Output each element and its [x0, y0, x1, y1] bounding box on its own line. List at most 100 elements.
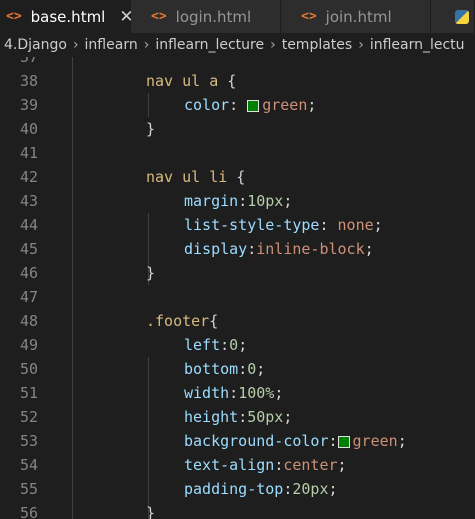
tab-bar: <> base.html ✕ <> login.html <> join.htm… [0, 0, 475, 33]
code-line[interactable]: 38 nav ul a { [0, 69, 475, 93]
semicolon: ; [283, 192, 293, 210]
code-text: } [146, 117, 155, 141]
colon: : [274, 456, 284, 474]
tab-python-file[interactable] [431, 0, 475, 33]
css-property: background-color [184, 432, 329, 450]
css-property: list-style-type [184, 216, 320, 234]
python-file-icon [455, 9, 469, 24]
colon: : [220, 336, 230, 354]
tab-label: join.html [325, 7, 392, 26]
line-number: 46 [19, 264, 38, 282]
html-file-icon: <> [301, 9, 317, 24]
code-line[interactable]: 42 nav ul li { [0, 165, 475, 189]
code-line[interactable]: 48 .footer{ [0, 309, 475, 333]
code-text: margin:10px; [184, 189, 292, 213]
color-swatch-icon[interactable] [337, 436, 350, 448]
close-brace: } [146, 264, 156, 282]
code-line[interactable]: 43 margin:10px; [0, 189, 475, 213]
line-number: 41 [19, 144, 38, 162]
line-number: 44 [19, 216, 38, 234]
code-text: display:inline-block; [184, 237, 374, 261]
close-brace: } [146, 120, 156, 138]
line-number: 55 [19, 480, 38, 498]
breadcrumb-item[interactable]: templates [282, 37, 353, 53]
code-line[interactable]: 56} [0, 501, 475, 519]
css-selector: .footer [146, 312, 210, 330]
breadcrumb-item[interactable]: inflearn_lecture [155, 37, 264, 53]
tab-label: base.html [30, 7, 106, 26]
breadcrumb: 4.Django › inflearn › inflearn_lecture › templ… [0, 33, 475, 57]
code-line[interactable]: 37 [0, 57, 475, 69]
css-property: display [184, 240, 248, 258]
line-number: 52 [19, 408, 38, 426]
code-line[interactable]: 44 list-style-type: none; [0, 213, 475, 237]
code-line[interactable]: 55 padding-top:20px; [0, 477, 475, 501]
code-text: padding-top:20px; [184, 477, 338, 501]
tab-label: login.html [175, 7, 252, 26]
code-text: } [146, 501, 155, 519]
css-number: 0 [247, 360, 257, 378]
open-brace: { [209, 312, 219, 330]
colon: : [238, 360, 248, 378]
code-text: nav ul li { [146, 165, 245, 189]
colon: : [238, 192, 248, 210]
breadcrumb-item[interactable]: inflearn [85, 37, 138, 53]
open-brace: { [227, 168, 246, 186]
line-number: 47 [19, 288, 38, 306]
code-line[interactable]: 47 [0, 285, 475, 309]
tab-login-html[interactable]: <> login.html [131, 0, 281, 33]
semicolon: ; [283, 408, 293, 426]
breadcrumb-item[interactable]: 4.Django [4, 37, 67, 53]
html-file-icon: <> [6, 9, 22, 24]
code-text: text-align:center; [184, 453, 347, 477]
code-editor[interactable]: 37 38 nav ul a {39 color: green; 40} 41 42 nav … [0, 57, 475, 519]
semicolon: ; [397, 432, 407, 450]
line-number: 43 [19, 192, 38, 210]
code-text: left:0; [184, 333, 247, 357]
css-number: 50px [247, 408, 284, 426]
css-number: 20px [292, 480, 329, 498]
css-selector: nav ul a [146, 72, 219, 90]
line-number: 53 [19, 432, 38, 450]
code-line[interactable]: 51 width:100%; [0, 381, 475, 405]
code-text: color: green; [184, 93, 316, 117]
semicolon: ; [373, 216, 383, 234]
css-number: 100% [238, 384, 275, 402]
css-property: width [184, 384, 230, 402]
semicolon: ; [307, 96, 317, 114]
code-line[interactable]: 54 text-align:center; [0, 453, 475, 477]
semicolon: ; [364, 240, 374, 258]
code-line[interactable]: 52 height:50px; [0, 405, 475, 429]
tab-base-html[interactable]: <> base.html ✕ [0, 0, 134, 33]
line-number: 45 [19, 240, 38, 258]
css-property: height [184, 408, 239, 426]
code-text: background-color: green; [184, 429, 407, 453]
semicolon: ; [238, 336, 248, 354]
code-line[interactable]: 41 [0, 141, 475, 165]
line-number: 38 [19, 72, 38, 90]
tab-join-html[interactable]: <> join.html [281, 0, 431, 33]
css-number: 0 [229, 336, 239, 354]
code-text: list-style-type: none; [184, 213, 383, 237]
css-value: center [283, 456, 338, 474]
code-line[interactable]: 39 color: green; [0, 93, 475, 117]
code-line[interactable]: 49 left:0; [0, 333, 475, 357]
css-number: 10px [247, 192, 284, 210]
breadcrumb-item[interactable]: inflearn_lectu [370, 37, 465, 53]
code-line[interactable]: 46} [0, 261, 475, 285]
code-text: bottom:0; [184, 357, 265, 381]
code-line[interactable]: 53 background-color: green; [0, 429, 475, 453]
css-property: text-align [184, 456, 275, 474]
code-text: } [146, 261, 155, 285]
css-value: none [337, 216, 374, 234]
code-line[interactable]: 40} [0, 117, 475, 141]
code-line[interactable]: 45 display:inline-block; [0, 237, 475, 261]
semicolon: ; [337, 456, 347, 474]
color-swatch-icon[interactable] [247, 100, 260, 112]
code-line[interactable]: 50 bottom:0; [0, 357, 475, 381]
colon: : [229, 96, 248, 114]
css-property: bottom [184, 360, 239, 378]
line-number: 39 [19, 96, 38, 114]
css-value: green [352, 432, 398, 450]
line-number: 54 [19, 456, 38, 474]
